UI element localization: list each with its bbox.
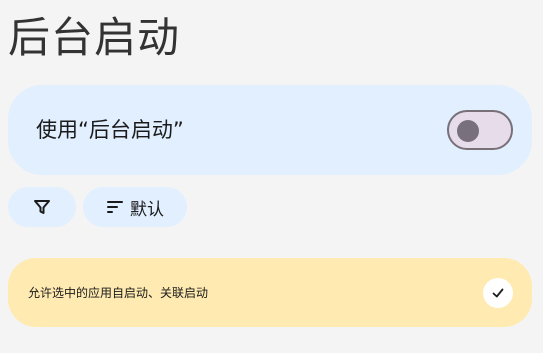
auto-start-notice-card: 允许选中的应用自启动、关联启动 [8,258,532,327]
confirm-check-button[interactable] [483,278,513,308]
use-background-start-card[interactable]: 使用“后台启动” [8,85,532,175]
sort-button[interactable]: 默认 [83,187,187,227]
toggle-knob [457,120,479,142]
filter-icon [33,198,51,216]
check-icon [491,286,505,300]
sort-label: 默认 [130,199,164,220]
filter-button[interactable] [8,187,76,227]
notice-text: 允许选中的应用自启动、关联启动 [28,286,209,300]
sort-icon [106,200,124,214]
use-background-start-label: 使用“后台启动” [36,118,184,142]
page-title: 后台启动 [8,13,181,62]
use-background-start-toggle[interactable] [447,110,513,150]
